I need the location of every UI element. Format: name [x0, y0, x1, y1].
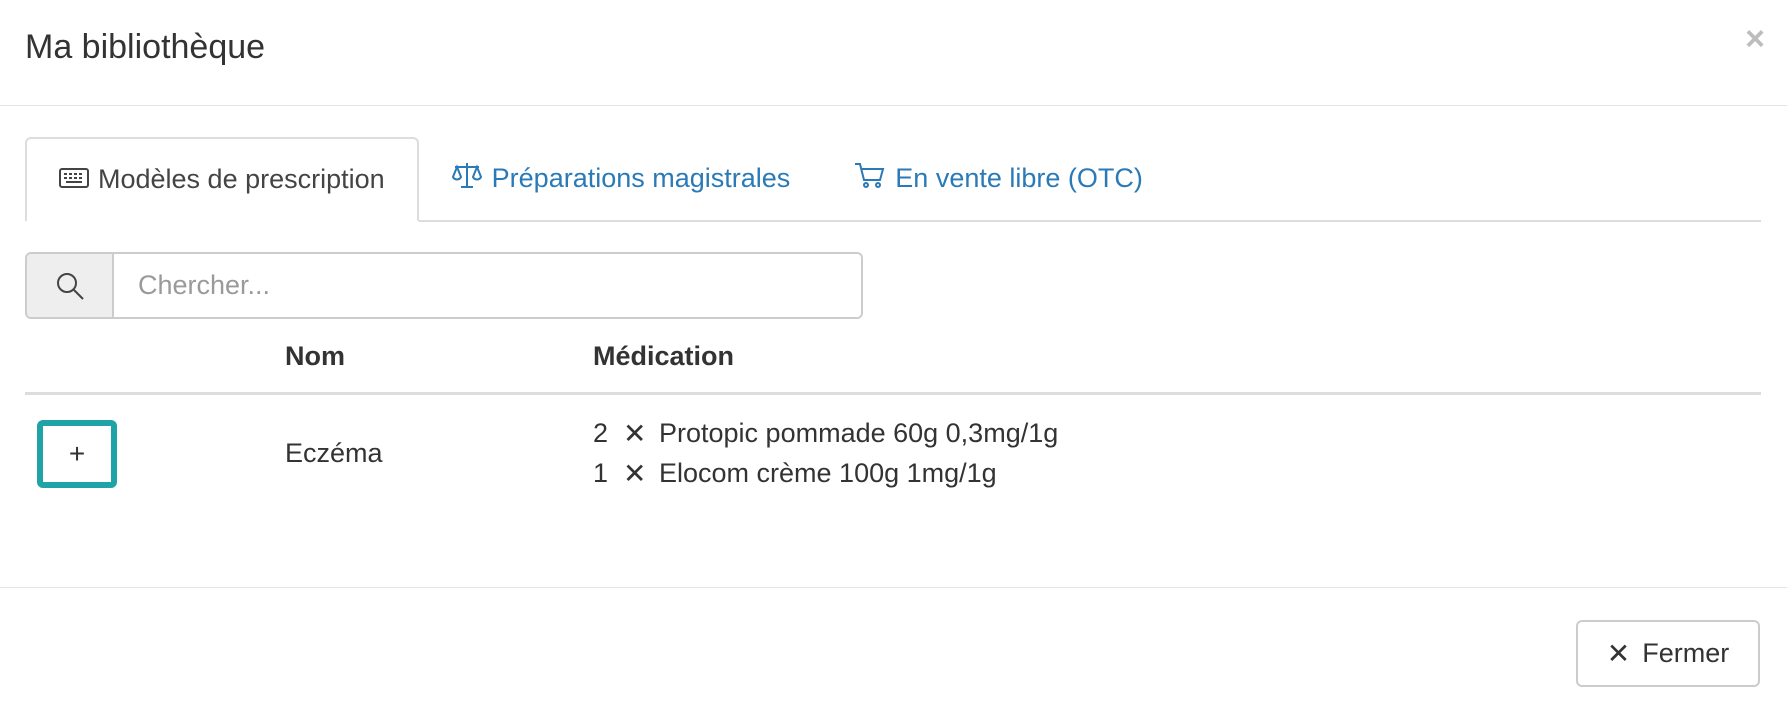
close-button[interactable]: ✕ Fermer: [1576, 620, 1760, 687]
tab-label: Préparations magistrales: [491, 163, 791, 193]
modal-footer: ✕ Fermer: [0, 587, 1787, 713]
scale-icon: [451, 161, 492, 196]
column-header-action: [25, 341, 285, 395]
close-icon[interactable]: ×: [1745, 22, 1765, 56]
tab-label: Modèles de prescription: [98, 164, 385, 194]
modal-title: Ma bibliothèque: [25, 28, 266, 66]
row-medications: 2 ✕ Protopic pommade 60g 0,3mg/1g 1 ✕ El…: [593, 394, 1761, 513]
search-input[interactable]: [114, 254, 861, 317]
close-icon: ✕: [1606, 638, 1631, 669]
tab-label: En vente libre (OTC): [895, 163, 1143, 193]
templates-table: Nom Médication + Eczéma 2 ✕ Protopic pom…: [25, 341, 1761, 512]
tab-otc[interactable]: En vente libre (OTC): [822, 137, 1175, 220]
medication-name: Protopic pommade 60g 0,3mg/1g: [659, 418, 1059, 448]
tab-compounded-preparations[interactable]: Préparations magistrales: [419, 137, 823, 220]
add-template-button[interactable]: +: [37, 419, 117, 488]
tab-bar: Modèles de prescription Préparations mag…: [25, 137, 1761, 222]
medication-quantity: 1: [593, 458, 609, 488]
library-modal: Ma bibliothèque × Modèles de prescriptio…: [0, 0, 1787, 713]
medication-line: 2 ✕ Protopic pommade 60g 0,3mg/1g: [593, 414, 1761, 454]
column-header-medication: Médication: [593, 341, 1761, 395]
search-bar: [25, 252, 863, 319]
row-name: Eczéma: [285, 438, 383, 468]
table-row: + Eczéma 2 ✕ Protopic pommade 60g 0,3mg/…: [25, 394, 1761, 513]
medication-name: Elocom crème 100g 1mg/1g: [659, 458, 997, 488]
times-icon: ✕: [623, 418, 647, 449]
cart-icon: [854, 161, 895, 196]
modal-body: Modèles de prescription Préparations mag…: [25, 106, 1761, 512]
times-icon: ✕: [623, 458, 647, 489]
medication-quantity: 2: [593, 418, 609, 448]
medication-line: 1 ✕ Elocom crème 100g 1mg/1g: [593, 454, 1761, 494]
search-icon: [27, 254, 114, 317]
row-action-cell: +: [25, 394, 285, 513]
tab-prescription-templates[interactable]: Modèles de prescription: [25, 137, 419, 222]
column-header-name: Nom: [285, 341, 593, 395]
modal-header: Ma bibliothèque ×: [0, 0, 1787, 106]
close-button-label: Fermer: [1642, 638, 1730, 668]
keyboard-icon: [59, 164, 98, 195]
